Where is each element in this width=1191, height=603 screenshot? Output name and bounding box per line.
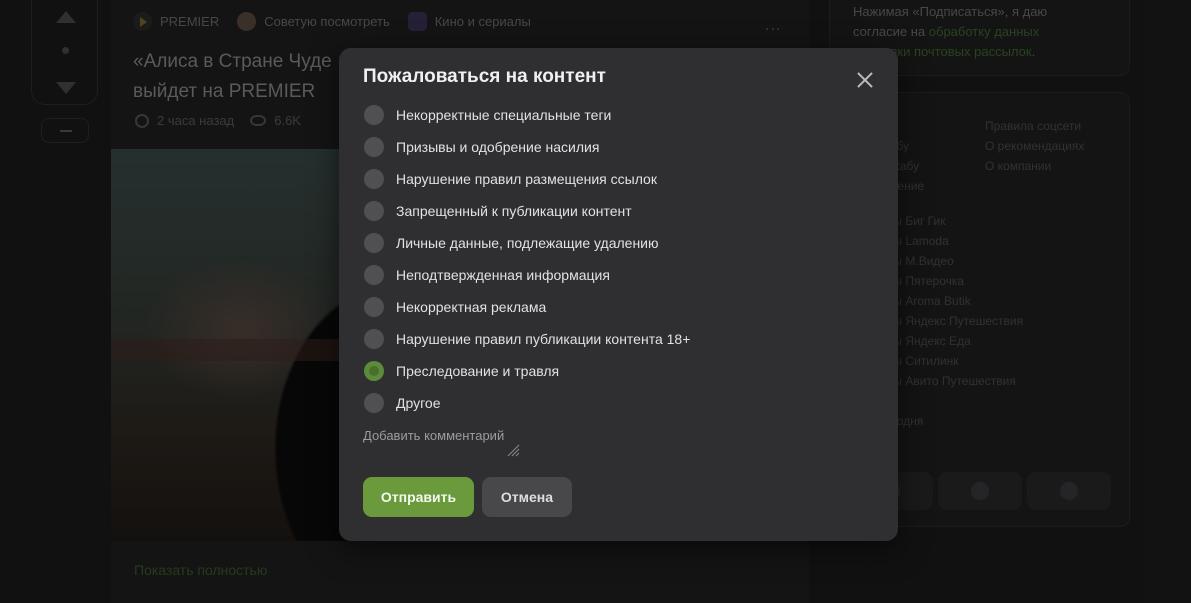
radio-unchecked-icon[interactable] [364,297,384,317]
reason-label: Некорректные специальные теги [396,107,612,123]
reason-label: Личные данные, подлежащие удалению [396,235,659,251]
radio-unchecked-icon[interactable] [364,105,384,125]
reason-option[interactable]: Неподтвержденная информация [364,259,690,291]
reason-option[interactable]: Нарушение правил публикации контента 18+ [364,323,690,355]
reason-label: Нарушение правил размещения ссылок [396,171,657,187]
radio-unchecked-icon[interactable] [364,201,384,221]
reason-label: Другое [396,395,441,411]
reason-label: Неподтвержденная информация [396,267,610,283]
radio-unchecked-icon[interactable] [364,137,384,157]
reason-option[interactable]: Призывы и одобрение насилия [364,131,690,163]
reason-option[interactable]: Преследование и травля [364,355,690,387]
cancel-button[interactable]: Отмена [482,477,572,517]
reason-option[interactable]: Нарушение правил размещения ссылок [364,163,690,195]
radio-unchecked-icon[interactable] [364,329,384,349]
reason-label: Призывы и одобрение насилия [396,139,600,155]
reason-label: Преследование и травля [396,363,560,379]
radio-unchecked-icon[interactable] [364,393,384,413]
comment-field[interactable] [363,428,523,458]
report-modal: Пожаловаться на контент Некорректные спе… [339,48,898,541]
resize-grip-icon[interactable] [506,443,520,457]
reason-option[interactable]: Некорректная реклама [364,291,690,323]
modal-title: Пожаловаться на контент [363,66,606,87]
radio-unchecked-icon[interactable] [364,233,384,253]
reason-option[interactable]: Запрещенный к публикации контент [364,195,690,227]
radio-unchecked-icon[interactable] [364,265,384,285]
reason-label: Некорректная реклама [396,299,547,315]
close-icon[interactable] [854,69,876,91]
reason-label: Нарушение правил публикации контента 18+ [396,331,691,347]
reason-option[interactable]: Другое [364,387,690,419]
radio-checked-icon[interactable] [364,361,384,381]
reason-option[interactable]: Личные данные, подлежащие удалению [364,227,690,259]
reason-option[interactable]: Некорректные специальные теги [364,99,690,131]
reason-label: Запрещенный к публикации контент [396,203,632,219]
reason-list: Некорректные специальные теги Призывы и о… [364,99,690,419]
radio-unchecked-icon[interactable] [364,169,384,189]
submit-button[interactable]: Отправить [363,477,474,517]
